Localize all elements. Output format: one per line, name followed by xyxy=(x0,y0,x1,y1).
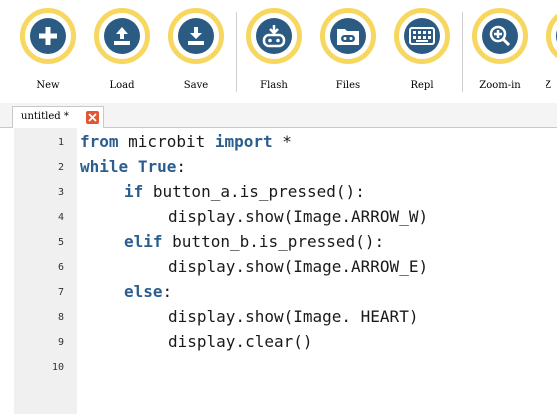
repl-button[interactable]: Repl xyxy=(394,8,460,100)
keyword: else xyxy=(124,282,163,301)
code-text: display.show(Image.ARROW_W) xyxy=(168,207,429,226)
load-label: Load xyxy=(109,80,135,91)
zoom-in-button[interactable]: Zoom-in xyxy=(472,8,538,100)
code-line[interactable]: if button_a.is_pressed(): xyxy=(124,180,365,204)
microbit-flash-icon xyxy=(262,25,286,48)
code-text: display.show(Image.ARROW_E) xyxy=(168,257,429,276)
tab-label: untitled * xyxy=(21,111,69,122)
code-line[interactable]: elif button_b.is_pressed(): xyxy=(124,230,384,254)
code-text: display.show(Image. HEART) xyxy=(168,307,419,326)
flash-label: Flash xyxy=(260,80,288,91)
zoom-out-label: Z xyxy=(546,80,551,91)
zoom-in-icon xyxy=(489,25,511,47)
code-text: microbit xyxy=(118,132,215,151)
code-text: button_a.is_pressed(): xyxy=(143,182,365,201)
code-line[interactable]: display.show(Image. HEART) xyxy=(168,305,418,329)
download-icon xyxy=(188,27,204,45)
repl-button-circle[interactable] xyxy=(394,8,450,64)
code-text: button_b.is_pressed(): xyxy=(162,232,385,251)
line-number: 1 xyxy=(57,137,64,148)
zoom-out-button[interactable]: Z xyxy=(546,8,557,100)
load-button-circle[interactable] xyxy=(94,8,150,64)
line-number: 2 xyxy=(57,162,64,173)
save-button-circle[interactable] xyxy=(168,8,224,64)
tab-untitled[interactable]: untitled * xyxy=(12,106,104,128)
keyword: if xyxy=(124,182,144,201)
line-number: 3 xyxy=(57,187,64,198)
keyword: from xyxy=(80,132,119,151)
line-number: 9 xyxy=(57,337,64,348)
line-number: 5 xyxy=(57,237,64,248)
code-area[interactable]: from microbit import * while True: if bu… xyxy=(80,128,557,414)
upload-icon xyxy=(114,27,130,45)
save-button[interactable]: Save xyxy=(168,8,234,100)
keyword: while xyxy=(80,157,129,176)
code-text: : xyxy=(176,157,186,176)
line-number: 7 xyxy=(57,287,64,298)
new-label: New xyxy=(36,80,60,91)
toolbar: New Load Save Flash Files Repl Zoom-in Z xyxy=(0,0,557,103)
save-label: Save xyxy=(183,80,209,91)
keyword: True xyxy=(137,157,177,176)
keyword: elif xyxy=(124,232,163,251)
line-number: 10 xyxy=(51,362,64,373)
line-number: 6 xyxy=(57,262,64,273)
zoom-out-button-circle[interactable] xyxy=(546,8,557,64)
zoom-in-label: Zoom-in xyxy=(479,80,521,91)
flash-button-circle[interactable] xyxy=(246,8,302,64)
flash-button[interactable]: Flash xyxy=(246,8,312,100)
keyword: import xyxy=(214,132,273,151)
new-button[interactable]: New xyxy=(20,8,86,100)
code-line[interactable]: else: xyxy=(124,280,172,304)
code-line[interactable]: display.show(Image.ARROW_E) xyxy=(168,255,428,279)
line-number-gutter: 1 2 3 4 5 6 7 8 9 10 xyxy=(14,128,77,414)
code-line[interactable]: while True: xyxy=(80,155,186,179)
code-editor[interactable]: 1 2 3 4 5 6 7 8 9 10 from microbit impor… xyxy=(14,128,557,414)
keyboard-icon xyxy=(409,27,435,45)
repl-label: Repl xyxy=(410,80,434,91)
code-text: : xyxy=(162,282,173,301)
files-button[interactable]: Files xyxy=(320,8,386,100)
code-text: display.clear() xyxy=(168,332,313,351)
code-text: * xyxy=(272,132,292,151)
tab-bar: untitled * xyxy=(0,103,557,128)
line-number: 8 xyxy=(57,312,64,323)
files-button-circle[interactable] xyxy=(320,8,376,64)
code-line[interactable]: display.show(Image.ARROW_W) xyxy=(168,205,428,229)
close-icon[interactable] xyxy=(86,111,99,124)
toolbar-separator xyxy=(462,12,463,92)
code-line[interactable]: display.clear() xyxy=(168,330,313,354)
plus-icon xyxy=(39,27,57,45)
folder-microbit-icon xyxy=(337,29,359,45)
files-label: Files xyxy=(335,80,361,91)
load-button[interactable]: Load xyxy=(94,8,160,100)
code-line[interactable]: from microbit import * xyxy=(80,130,292,154)
toolbar-separator xyxy=(236,12,237,92)
new-button-circle[interactable] xyxy=(20,8,76,64)
zoom-in-button-circle[interactable] xyxy=(472,8,528,64)
line-number: 4 xyxy=(57,212,64,223)
